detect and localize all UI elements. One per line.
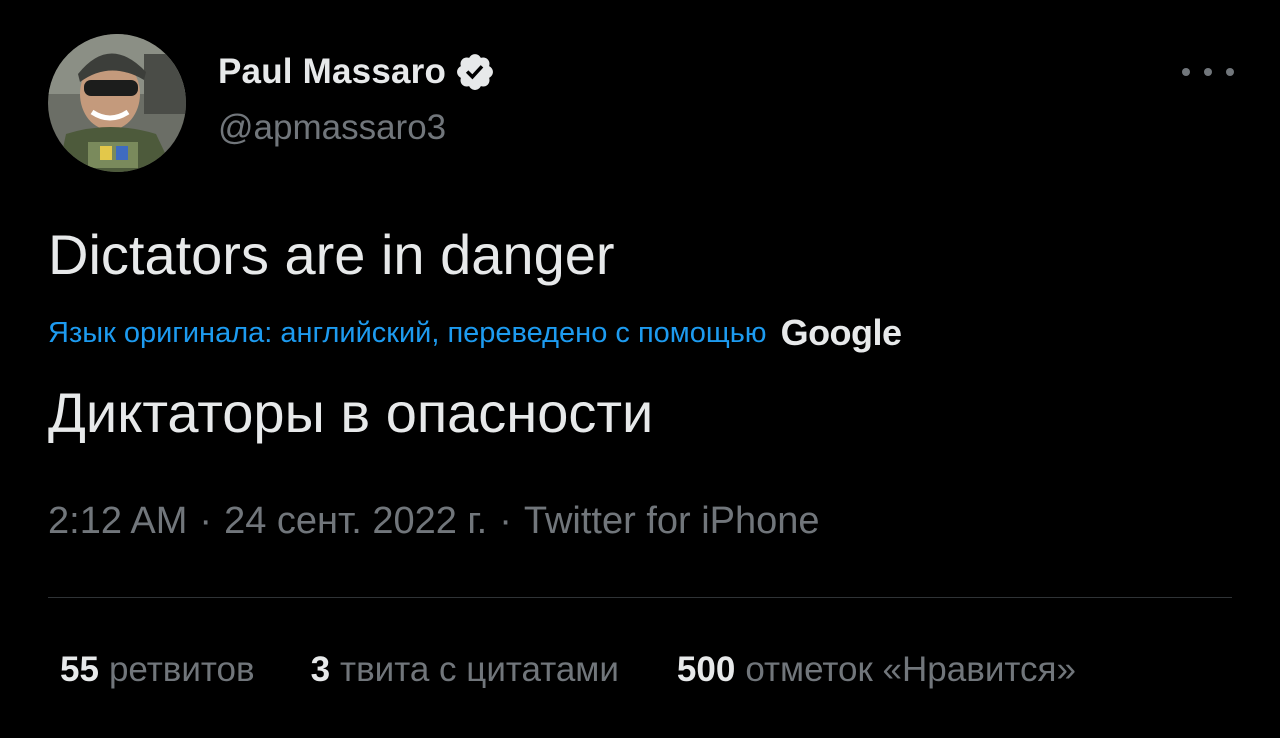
tweet-date[interactable]: 24 сент. 2022 г. — [224, 500, 487, 543]
retweets-stat[interactable]: 55 ретвитов — [60, 650, 255, 690]
tweet-detail: Paul Massaro @apmassaro3 Dictators are i… — [0, 0, 1280, 738]
avatar[interactable] — [48, 34, 186, 172]
tweet-text: Dictators are in danger — [48, 223, 615, 286]
dot — [1182, 68, 1190, 76]
engagement-stats: 55 ретвитов 3 твита с цитатами 500 отмет… — [60, 650, 1076, 690]
meta-separator: · — [199, 500, 213, 542]
translation-label[interactable]: Язык оригинала: английский, переведено с… — [48, 317, 767, 350]
tweet-source: Twitter for iPhone — [523, 500, 820, 542]
dot — [1226, 68, 1234, 76]
retweets-label: ретвитов — [108, 650, 255, 689]
verified-badge-icon — [454, 51, 496, 93]
likes-label: отметок «Нравится» — [745, 650, 1076, 689]
author-handle[interactable]: @apmassaro3 — [218, 108, 446, 148]
author-display-name[interactable]: Paul Massaro — [218, 52, 446, 92]
dot — [1204, 68, 1212, 76]
likes-count: 500 — [676, 650, 736, 689]
more-horizontal-icon[interactable] — [1182, 58, 1234, 86]
tweet-meta: 2:12 AM · 24 сент. 2022 г. · Twitter for… — [48, 500, 820, 543]
tweet-time[interactable]: 2:12 AM — [48, 500, 187, 543]
translation-attribution: Язык оригинала: английский, переведено с… — [48, 310, 902, 356]
quotes-count: 3 — [310, 650, 331, 689]
quotes-label: твита с цитатами — [340, 650, 619, 689]
divider — [48, 597, 1232, 598]
retweets-count: 55 — [60, 650, 99, 689]
author-name-row: Paul Massaro — [218, 52, 496, 92]
likes-stat[interactable]: 500 отметок «Нравится» — [677, 650, 1076, 690]
translated-text: Диктаторы в опасности — [48, 381, 654, 444]
avatar-photo — [48, 34, 186, 172]
quotes-stat[interactable]: 3 твита с цитатами — [311, 650, 619, 690]
google-logo: Google — [780, 312, 903, 353]
meta-separator: · — [499, 500, 512, 542]
